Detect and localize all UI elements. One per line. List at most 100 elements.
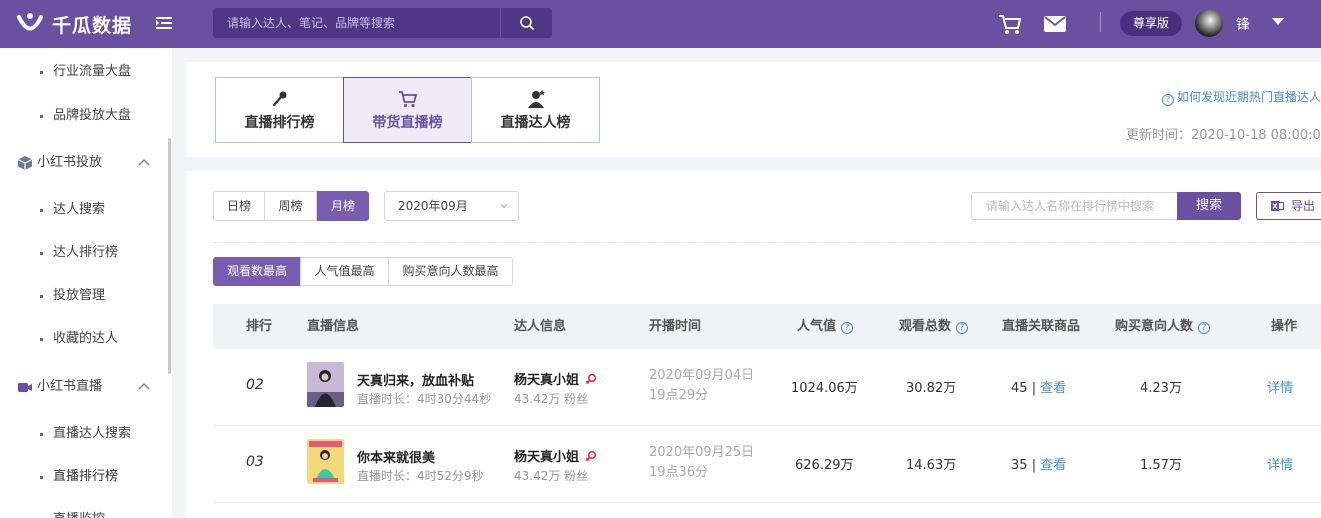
rank-number: 03 — [246, 454, 264, 470]
export-button[interactable]: 导出 — [1256, 192, 1321, 220]
period-tab-week[interactable]: 周榜 — [264, 191, 317, 221]
th-intent[interactable]: 购买意向人数? — [1115, 304, 1211, 349]
live-duration: 直播时长：4时30分44秒 — [357, 392, 492, 406]
female-icon — [585, 450, 597, 462]
sidebar-item-live-monitor[interactable]: 直播监控 — [0, 502, 165, 518]
anchor-name[interactable]: 杨天真小姐 — [514, 369, 597, 388]
sidebar-item-label: 直播排行榜 — [53, 469, 119, 484]
anchor-name-text: 杨天真小姐 — [514, 450, 580, 465]
sidebar-item-brand-delivery[interactable]: 品牌投放大盘 — [0, 98, 165, 134]
global-search-input[interactable] — [213, 8, 500, 38]
sidebar-item-label: 直播监控 — [53, 502, 105, 518]
th-views[interactable]: 观看总数? — [899, 304, 969, 349]
update-time: 更新时间：2020-10-18 08:00:00 — [1126, 128, 1321, 143]
box-icon — [17, 156, 33, 170]
sidebar-item-delivery-manage[interactable]: 投放管理 — [0, 278, 165, 314]
sidebar-scrollbar[interactable] — [168, 138, 171, 374]
global-search-button[interactable] — [500, 8, 552, 38]
live-title[interactable]: 天真归来，放血补贴 — [357, 370, 474, 389]
search-icon — [519, 16, 534, 31]
sidebar-item-live-ranking[interactable]: 直播排行榜 — [0, 459, 165, 495]
th-goods: 直播关联商品 — [1002, 319, 1081, 334]
start-time: 2020年09月25日 19点36分 — [649, 443, 759, 483]
rank-search-button[interactable]: 搜索 — [1177, 192, 1241, 220]
live-cover-thumbnail[interactable] — [307, 439, 344, 484]
help-link[interactable]: ? 如何发现近期热门直播达人 — [1162, 88, 1321, 106]
vip-badge[interactable]: 尊享版 — [1120, 11, 1182, 36]
period-tab-day[interactable]: 日榜 — [213, 191, 265, 221]
mail-icon[interactable] — [1044, 16, 1066, 32]
th-label: 人气值 — [797, 319, 837, 334]
tab-label: 带货直播榜 — [372, 115, 443, 131]
sort-tab-views[interactable]: 观看数最高 — [213, 257, 301, 286]
sidebar-item-industry-traffic[interactable]: 行业流量大盘 — [0, 54, 165, 90]
cart-icon — [398, 91, 417, 108]
table-row: 02 天真归来，放血补贴 直播时长：4时30分44秒 杨天真小姐 43.42万 … — [213, 349, 1321, 426]
start-time: 2020年09月04日 19点29分 — [649, 366, 759, 406]
month-select-value: 2020年09月 — [398, 199, 468, 213]
sidebar: 行业流量大盘 品牌投放大盘 小红书投放 达人搜索 达人排行榜 投放管理 收藏的达… — [0, 48, 172, 518]
sidebar-group-label: 小红书投放 — [37, 155, 103, 170]
user-name[interactable]: 锋 — [1236, 14, 1250, 34]
start-clock: 19点36分 — [649, 465, 709, 480]
th-label: 购买意向人数 — [1115, 319, 1194, 334]
microphone-icon — [272, 91, 286, 107]
cart-icon[interactable] — [998, 13, 1022, 35]
tab-live-ranking[interactable]: 直播排行榜 — [215, 77, 344, 143]
detail-link[interactable]: 详情 — [1267, 377, 1293, 396]
th-anchor-info: 达人信息 — [514, 319, 567, 334]
bullet-icon — [40, 252, 43, 255]
question-icon[interactable]: ? — [956, 322, 969, 334]
goods-separator: | — [1031, 458, 1037, 473]
chevron-up-icon — [138, 383, 150, 390]
period-tab-month[interactable]: 月榜 — [317, 191, 369, 221]
bullet-icon — [40, 209, 43, 212]
bullet-icon — [40, 476, 43, 479]
live-title[interactable]: 你本来就很美 — [357, 447, 435, 466]
cover-image — [307, 439, 344, 484]
rank-number: 02 — [246, 377, 264, 393]
excel-icon — [1271, 201, 1284, 211]
bullet-icon — [40, 295, 43, 298]
popularity-value: 626.29万 — [795, 458, 854, 473]
start-clock: 19点29分 — [649, 388, 709, 403]
th-live-info: 直播信息 — [307, 319, 360, 334]
divider — [213, 242, 1321, 243]
th-label: 观看总数 — [899, 319, 952, 334]
sort-tab-intent[interactable]: 购买意向人数最高 — [388, 257, 513, 286]
sidebar-group-xhs-delivery[interactable]: 小红书投放 — [0, 143, 165, 183]
sidebar-item-live-kol-search[interactable]: 直播达人搜索 — [0, 416, 165, 452]
anchor-name[interactable]: 杨天真小姐 — [514, 446, 597, 465]
intent-value: 4.23万 — [1140, 381, 1182, 396]
tab-commerce-ranking[interactable]: 带货直播榜 — [343, 77, 472, 143]
anchor-name-text: 杨天真小姐 — [514, 373, 580, 388]
help-link-text: 如何发现近期热门直播达人 — [1177, 90, 1321, 104]
sidebar-group-xhs-live[interactable]: 小红书直播 — [0, 367, 165, 407]
menu-toggle-icon[interactable] — [155, 14, 173, 32]
th-popularity[interactable]: 人气值? — [797, 304, 854, 349]
avatar[interactable] — [1195, 9, 1223, 37]
th-start-time: 开播时间 — [649, 319, 702, 334]
th-rank: 排行 — [246, 319, 273, 334]
tab-label: 直播达人榜 — [500, 115, 571, 131]
month-select[interactable]: 2020年09月 — [384, 191, 519, 221]
caret-down-icon[interactable] — [1272, 18, 1284, 25]
sidebar-item-kol-ranking[interactable]: 达人排行榜 — [0, 235, 165, 271]
live-cover-thumbnail[interactable] — [307, 362, 344, 407]
sort-tab-popularity[interactable]: 人气值最高 — [300, 257, 389, 286]
rank-search-input[interactable] — [971, 192, 1177, 220]
goods-view-link[interactable]: 查看 — [1040, 458, 1066, 473]
female-icon — [585, 373, 597, 385]
bullet-icon — [40, 433, 43, 436]
sidebar-item-label: 达人排行榜 — [53, 245, 119, 260]
sidebar-item-label: 达人搜索 — [53, 202, 106, 217]
goods-count: 45 — [1011, 381, 1028, 396]
question-icon[interactable]: ? — [1198, 322, 1211, 334]
question-icon[interactable]: ? — [841, 322, 854, 334]
top-bar: 千瓜数据 尊享版 锋 — [0, 0, 1321, 48]
sidebar-item-favorites[interactable]: 收藏的达人 — [0, 321, 165, 357]
detail-link[interactable]: 详情 — [1267, 454, 1293, 473]
sidebar-item-kol-search[interactable]: 达人搜索 — [0, 192, 165, 228]
tab-anchor-ranking[interactable]: 直播达人榜 — [471, 77, 600, 143]
goods-view-link[interactable]: 查看 — [1040, 381, 1066, 396]
